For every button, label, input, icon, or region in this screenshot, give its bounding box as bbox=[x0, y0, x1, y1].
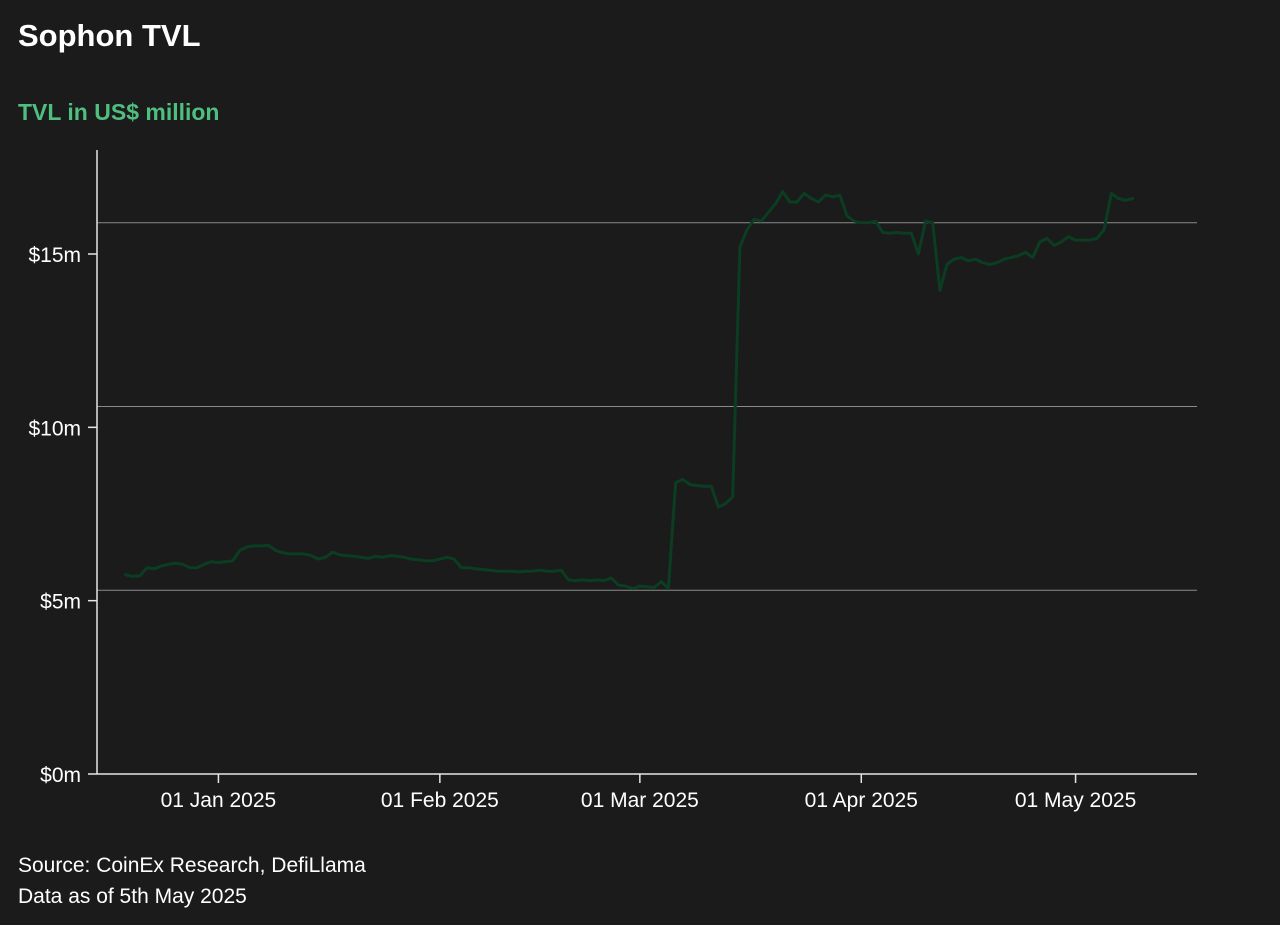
x-tick-label-4: 01 May 2025 bbox=[1015, 789, 1136, 812]
series-layer bbox=[124, 190, 1135, 590]
y-tick-label-0: $0m bbox=[40, 764, 81, 787]
chart-source-note: Source: CoinEx Research, DefiLlama Data … bbox=[18, 850, 366, 912]
gridlines bbox=[97, 222, 1197, 591]
x-tick-label-0: 01 Jan 2025 bbox=[161, 789, 277, 812]
data-as-of-text: Data as of 5th May 2025 bbox=[18, 885, 247, 908]
y-tick-label-2: $10m bbox=[28, 417, 81, 440]
source-text: Source: CoinEx Research, DefiLlama bbox=[18, 854, 366, 877]
x-tick-label-2: 01 Mar 2025 bbox=[581, 789, 699, 812]
axes bbox=[88, 150, 1197, 783]
tick-labels: $0m $5m $10m $15m 01 Jan 2025 01 Feb 2025 01 M… bbox=[28, 244, 1136, 812]
y-tick-label-3: $15m bbox=[28, 244, 81, 267]
x-tick-label-1: 01 Feb 2025 bbox=[381, 789, 499, 812]
x-tick-label-3: 01 Apr 2025 bbox=[805, 789, 918, 812]
tvl-line-chart: $0m $5m $10m $15m 01 Jan 2025 01 Feb 2025 01 M… bbox=[28, 150, 1197, 812]
y-tick-label-1: $5m bbox=[40, 591, 81, 614]
series-line-0 bbox=[124, 190, 1135, 590]
